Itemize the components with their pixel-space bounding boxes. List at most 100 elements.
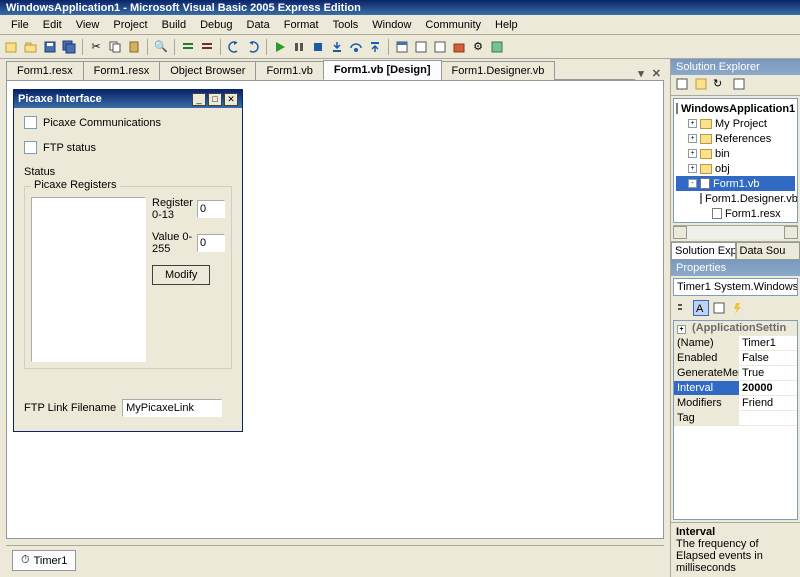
tree-item-my-project[interactable]: +My Project — [676, 116, 795, 131]
save-all-icon[interactable] — [61, 39, 77, 55]
cut-icon[interactable]: ✂ — [88, 39, 104, 55]
property-row[interactable]: EnabledFalse — [674, 351, 797, 366]
expand-icon[interactable]: + — [688, 164, 697, 173]
property-row[interactable]: Interval20000 — [674, 381, 797, 396]
new-project-icon[interactable] — [4, 39, 20, 55]
tab-form1-vb-design-[interactable]: Form1.vb [Design] — [323, 60, 442, 80]
step-into-icon[interactable] — [329, 39, 345, 55]
properties-page-icon[interactable] — [711, 300, 727, 316]
menu-debug[interactable]: Debug — [193, 17, 239, 33]
property-grid[interactable]: + (ApplicationSettin(Name)Timer1EnabledF… — [673, 320, 798, 520]
categorized-icon[interactable] — [675, 300, 691, 316]
alphabetical-icon[interactable]: A — [693, 300, 709, 316]
tree-item-form1-designer-vb[interactable]: Form1.Designer.vb — [676, 191, 795, 206]
redo-icon[interactable] — [245, 39, 261, 55]
tree-item-windowsapplication1[interactable]: WindowsApplication1 — [676, 101, 795, 116]
form-titlebar[interactable]: Picaxe Interface _ □ ✕ — [14, 90, 242, 108]
timer-label: Timer1 — [34, 555, 68, 567]
tree-scrollbar[interactable] — [673, 225, 798, 239]
refresh-icon[interactable]: ↻ — [713, 77, 729, 93]
scroll-right-icon[interactable] — [784, 226, 798, 239]
app-titlebar: WindowsApplication1 - Microsoft Visual B… — [0, 0, 800, 15]
window3-icon[interactable] — [432, 39, 448, 55]
folder-icon — [700, 164, 712, 174]
menu-file[interactable]: File — [4, 17, 36, 33]
property-row[interactable]: (Name)Timer1 — [674, 336, 797, 351]
save-icon[interactable] — [42, 39, 58, 55]
property-row[interactable]: ModifiersFriend — [674, 396, 797, 411]
file-icon — [676, 103, 678, 114]
ftp-filename-input[interactable] — [122, 399, 222, 417]
properties-icon[interactable] — [675, 77, 691, 93]
value-input[interactable] — [197, 234, 225, 252]
expand-icon[interactable]: + — [688, 134, 697, 143]
properties-object-combo[interactable]: Timer1 System.Windows.Forms — [673, 278, 798, 296]
form-designer[interactable]: Picaxe Interface _ □ ✕ Picaxe Communicat… — [6, 80, 664, 539]
tree-item-references[interactable]: +References — [676, 131, 795, 146]
window2-icon[interactable] — [413, 39, 429, 55]
tab-form1-designer-vb[interactable]: Form1.Designer.vb — [441, 61, 556, 80]
view-code-icon[interactable] — [732, 77, 748, 93]
tabs-close-icon[interactable]: ✕ — [649, 67, 664, 80]
step-over-icon[interactable] — [348, 39, 364, 55]
registers-listbox[interactable] — [31, 197, 146, 362]
expand-icon[interactable]: + — [688, 119, 697, 128]
step-out-icon[interactable] — [367, 39, 383, 55]
extra-icon[interactable] — [489, 39, 505, 55]
tab-form1-vb[interactable]: Form1.vb — [255, 61, 323, 80]
open-icon[interactable] — [23, 39, 39, 55]
stop-icon[interactable] — [310, 39, 326, 55]
menu-tools[interactable]: Tools — [326, 17, 366, 33]
expand-icon[interactable]: + — [688, 149, 697, 158]
menu-view[interactable]: View — [69, 17, 107, 33]
find-icon[interactable]: 🔍 — [153, 39, 169, 55]
undo-icon[interactable] — [226, 39, 242, 55]
ftp-status-checkbox[interactable] — [24, 141, 37, 154]
modify-button[interactable]: Modify — [152, 265, 210, 285]
tabs-dropdown-icon[interactable]: ▾ — [635, 67, 647, 80]
design-form-window[interactable]: Picaxe Interface _ □ ✕ Picaxe Communicat… — [13, 89, 243, 432]
menu-community[interactable]: Community — [418, 17, 488, 33]
tab-form1-resx[interactable]: Form1.resx — [6, 61, 84, 80]
solution-explorer-tab[interactable]: Solution Explorer — [671, 242, 736, 260]
expand-icon[interactable]: - — [688, 179, 697, 188]
property-row[interactable]: + (ApplicationSettin — [674, 321, 797, 336]
property-row[interactable]: Tag — [674, 411, 797, 426]
scroll-left-icon[interactable] — [673, 226, 687, 239]
property-row[interactable]: GenerateMemberTrue — [674, 366, 797, 381]
tree-item-obj[interactable]: +obj — [676, 161, 795, 176]
menu-data[interactable]: Data — [240, 17, 277, 33]
menu-help[interactable]: Help — [488, 17, 525, 33]
events-icon[interactable] — [729, 300, 745, 316]
menu-format[interactable]: Format — [277, 17, 326, 33]
tree-item-form1-resx[interactable]: Form1.resx — [676, 206, 795, 221]
start-icon[interactable] — [272, 39, 288, 55]
maximize-icon[interactable]: □ — [208, 93, 222, 106]
tab-object-browser[interactable]: Object Browser — [159, 61, 256, 80]
window1-icon[interactable] — [394, 39, 410, 55]
comment-icon[interactable] — [180, 39, 196, 55]
menu-build[interactable]: Build — [155, 17, 193, 33]
tree-item-windowsapplication1-te[interactable]: WindowsApplication1_Te — [676, 221, 795, 223]
tab-form1-resx[interactable]: Form1.resx — [83, 61, 161, 80]
copy-icon[interactable] — [107, 39, 123, 55]
solution-tree[interactable]: WindowsApplication1+My Project+Reference… — [673, 98, 798, 223]
show-all-icon[interactable] — [694, 77, 710, 93]
menu-window[interactable]: Window — [365, 17, 418, 33]
tree-item-form1-vb[interactable]: -Form1.vb — [676, 176, 795, 191]
pause-icon[interactable] — [291, 39, 307, 55]
picaxe-comms-checkbox[interactable] — [24, 116, 37, 129]
component-tray[interactable]: ⏱ Timer1 — [6, 545, 664, 575]
register-input[interactable] — [197, 200, 225, 218]
minimize-icon[interactable]: _ — [192, 93, 206, 106]
tree-item-bin[interactable]: +bin — [676, 146, 795, 161]
timer-component[interactable]: ⏱ Timer1 — [12, 550, 76, 571]
menu-edit[interactable]: Edit — [36, 17, 69, 33]
tools-icon[interactable]: ⚙ — [470, 39, 486, 55]
paste-icon[interactable] — [126, 39, 142, 55]
menu-project[interactable]: Project — [106, 17, 154, 33]
uncomment-icon[interactable] — [199, 39, 215, 55]
close-icon[interactable]: ✕ — [224, 93, 238, 106]
toolbox-icon[interactable] — [451, 39, 467, 55]
data-sources-tab[interactable]: Data Sou — [736, 242, 800, 260]
